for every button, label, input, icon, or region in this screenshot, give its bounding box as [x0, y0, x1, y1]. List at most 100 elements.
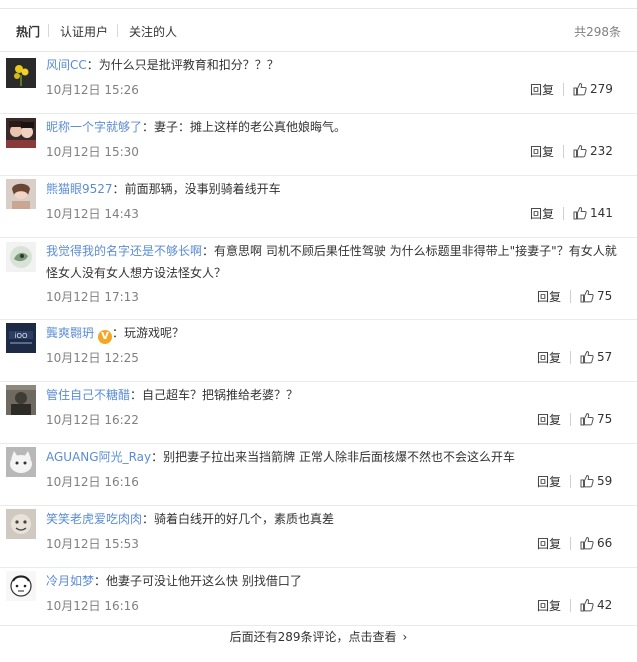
username-link[interactable]: 管住自己不糖醋 — [46, 388, 130, 402]
action-divider — [570, 475, 571, 488]
comment-text: 笑笑老虎爱吃肉肉：骑着白线开的好几个，素质也真差 — [46, 508, 625, 530]
chevron-right-icon: › — [402, 630, 408, 644]
comment-time: 10月12日 16:22 — [46, 413, 139, 427]
comment-time: 10月12日 17:13 — [46, 290, 139, 304]
username-link[interactable]: 笑笑老虎爱吃肉肉 — [46, 512, 142, 526]
action-divider — [570, 537, 571, 550]
tab-verified-users[interactable]: 认证用户 — [60, 23, 108, 40]
reply-button[interactable]: 回复 — [530, 205, 554, 222]
comment-item: AGUANG阿光_Ray：别把妻子拉出来当挡箭牌 正常人除非后面核爆不然也不会这… — [0, 444, 637, 506]
like-button[interactable]: 59 — [580, 474, 615, 488]
reply-button[interactable]: 回复 — [530, 143, 554, 160]
comment-body: 别把妻子拉出来当挡箭牌 正常人除非后面核爆不然也不会这么开车 — [163, 450, 515, 464]
reply-button[interactable]: 回复 — [537, 411, 561, 428]
avatar[interactable] — [6, 242, 36, 272]
comment-item: 熊猫眼9527：前面那辆，没事别骑着线开车 10月12日 14:43 回复 14… — [0, 176, 637, 238]
like-count: 141 — [590, 206, 613, 220]
thumbs-up-icon — [580, 536, 594, 550]
username-link[interactable]: 冷月如梦 — [46, 574, 94, 588]
tab-following[interactable]: 关注的人 — [129, 23, 177, 40]
avatar[interactable] — [6, 385, 36, 415]
like-count: 57 — [597, 350, 613, 364]
avatar[interactable] — [6, 571, 36, 601]
comment-time: 10月12日 16:16 — [46, 475, 139, 489]
colon: ： — [130, 388, 143, 402]
verified-badge-icon: V — [98, 330, 113, 344]
like-count: 75 — [597, 289, 613, 303]
colon: ： — [142, 512, 155, 526]
reply-button[interactable]: 回复 — [530, 81, 554, 98]
action-divider — [563, 145, 564, 158]
colon: ： — [151, 450, 164, 464]
comment-body: 为什么只是批评教育和扣分？？？ — [98, 58, 279, 72]
tab-divider — [117, 24, 118, 37]
like-button[interactable]: 42 — [580, 598, 615, 612]
like-button[interactable]: 57 — [580, 350, 615, 364]
like-button[interactable]: 141 — [573, 206, 613, 220]
load-more-comments-link[interactable]: 后面还有289条评论，点击查看 › — [0, 628, 637, 645]
like-count: 66 — [597, 536, 613, 550]
comment-text: 冷月如梦：他妻子可没让他开这么快 别找借口了 — [46, 570, 625, 592]
comment-time: 10月12日 15:26 — [46, 83, 139, 97]
like-count: 279 — [590, 82, 613, 96]
comment-tabs: 热门 认证用户 关注的人 共298条 — [0, 9, 637, 52]
comment-text: AGUANG阿光_Ray：别把妻子拉出来当挡箭牌 正常人除非后面核爆不然也不会这… — [46, 446, 625, 468]
tab-hot[interactable]: 热门 — [16, 23, 40, 40]
avatar[interactable] — [6, 447, 36, 477]
comment-text: 风间CC：为什么只是批评教育和扣分？？？ — [46, 54, 625, 76]
username-link[interactable]: 熊猫眼9527 — [46, 182, 113, 196]
comment-item: iOO 龔爽翾玬 V ：玩游戏呢？ 10月12日 12:25 回复 57 — [0, 320, 637, 382]
username-link[interactable]: AGUANG阿光_Ray — [46, 450, 151, 464]
comment-text: 熊猫眼9527：前面那辆，没事别骑着线开车 — [46, 178, 625, 200]
comment-body: 妻子：摊上这样的老公真他娘晦气。 — [154, 120, 347, 134]
thumbs-up-icon — [580, 474, 594, 488]
thumbs-up-icon — [573, 206, 587, 220]
comment-text: 龔爽翾玬 V ：玩游戏呢？ — [46, 322, 625, 344]
like-button[interactable]: 75 — [580, 289, 615, 303]
reply-button[interactable]: 回复 — [537, 535, 561, 552]
comment-item: 管住自己不糖醋：自己超车？把锅推给老婆？？ 10月12日 16:22 回复 75 — [0, 382, 637, 444]
username-link[interactable]: 风间CC — [46, 58, 87, 72]
colon: ： — [86, 58, 99, 72]
thumbs-up-icon — [580, 412, 594, 426]
comment-body: 骑着白线开的好几个，素质也真差 — [154, 512, 335, 526]
like-button[interactable]: 75 — [580, 412, 615, 426]
comment-item: 我觉得我的名字还是不够长啊：有意思啊 司机不顾后果任性驾驶 为什么标题里非得带上… — [0, 238, 637, 320]
thumbs-up-icon — [580, 598, 594, 612]
reply-button[interactable]: 回复 — [537, 597, 561, 614]
colon: ： — [202, 244, 215, 258]
action-divider — [570, 599, 571, 612]
username-link[interactable]: 昵称一个字就够了 — [46, 120, 142, 134]
like-count: 42 — [597, 598, 613, 612]
tab-divider — [48, 24, 49, 37]
thumbs-up-icon — [573, 144, 587, 158]
comment-item: 笑笑老虎爱吃肉肉：骑着白线开的好几个，素质也真差 10月12日 15:53 回复… — [0, 506, 637, 568]
avatar[interactable] — [6, 179, 36, 209]
avatar[interactable] — [6, 509, 36, 539]
reply-button[interactable]: 回复 — [537, 473, 561, 490]
avatar[interactable] — [6, 118, 36, 148]
username-link[interactable]: 龔爽翾玬 — [46, 326, 94, 340]
like-button[interactable]: 279 — [573, 82, 613, 96]
comment-text: 我觉得我的名字还是不够长啊：有意思啊 司机不顾后果任性驾驶 为什么标题里非得带上… — [46, 240, 625, 284]
like-count: 59 — [597, 474, 613, 488]
comment-text: 管住自己不糖醋：自己超车？把锅推给老婆？？ — [46, 384, 625, 406]
comment-time: 10月12日 12:25 — [46, 351, 139, 365]
comment-item: 风间CC：为什么只是批评教育和扣分？？？ 10月12日 15:26 回复 279 — [0, 52, 637, 114]
reply-button[interactable]: 回复 — [537, 349, 561, 366]
action-divider — [563, 207, 564, 220]
comment-body: 他妻子可没让他开这么快 别找借口了 — [106, 574, 302, 588]
colon: ： — [142, 120, 155, 134]
like-button[interactable]: 232 — [573, 144, 613, 158]
like-button[interactable]: 66 — [580, 536, 615, 550]
comment-body: 前面那辆，没事别骑着线开车 — [124, 182, 281, 196]
colon: ： — [112, 326, 125, 340]
username-link[interactable]: 我觉得我的名字还是不够长啊 — [46, 244, 202, 258]
avatar[interactable]: iOO — [6, 323, 36, 353]
action-divider — [570, 290, 571, 303]
action-divider — [570, 413, 571, 426]
colon: ： — [94, 574, 107, 588]
avatar[interactable] — [6, 58, 36, 88]
reply-button[interactable]: 回复 — [537, 288, 561, 305]
comment-item: 昵称一个字就够了：妻子：摊上这样的老公真他娘晦气。 10月12日 15:30 回… — [0, 114, 637, 176]
